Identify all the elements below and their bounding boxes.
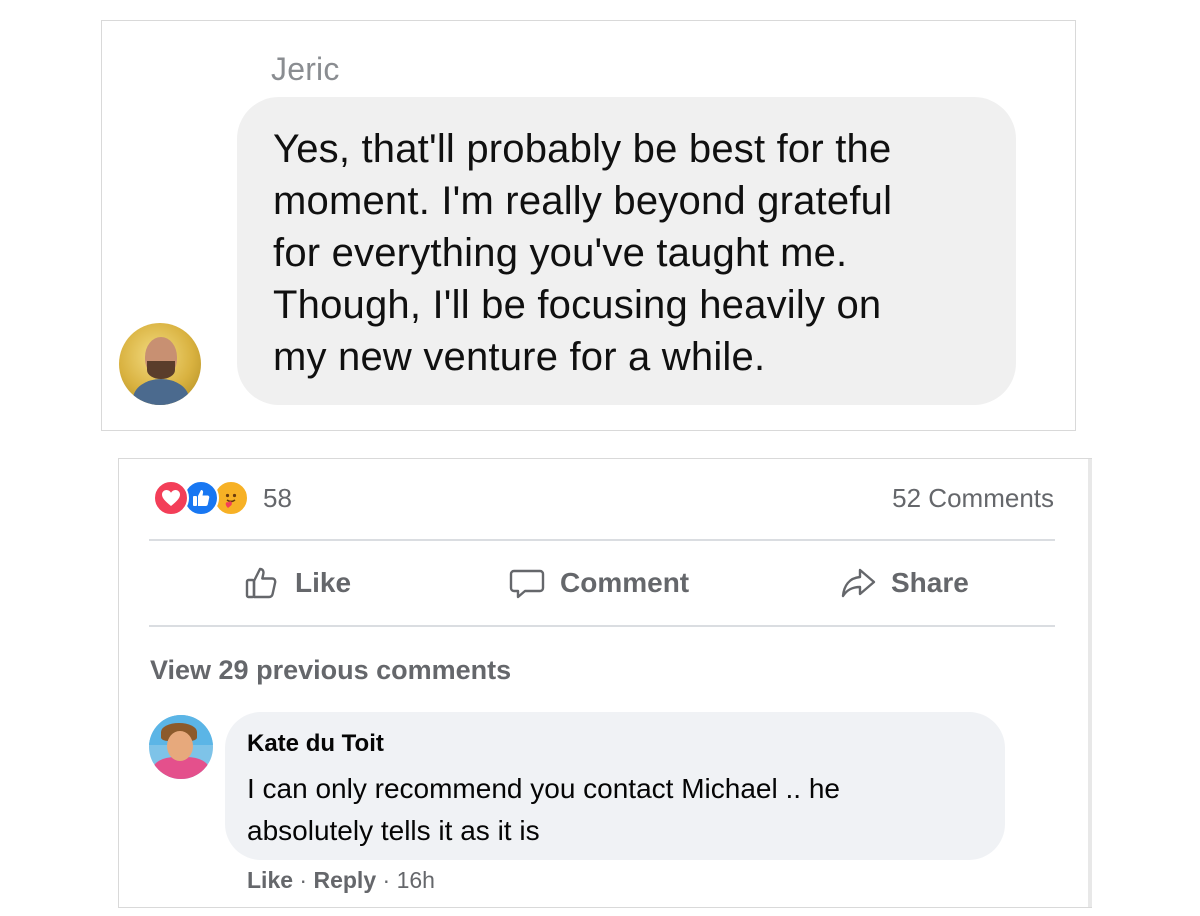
share-button[interactable]: Share [839, 543, 969, 623]
comment-reply-link[interactable]: Reply [313, 867, 376, 893]
comment-author-link[interactable]: Kate du Toit [247, 730, 981, 758]
comment-bubble-icon [509, 569, 545, 599]
reactions-summary[interactable]: 58 [153, 479, 292, 517]
comment-button-label: Comment [560, 567, 690, 598]
view-previous-comments-link[interactable]: View 29 previous comments [150, 655, 511, 686]
message-bubble[interactable]: Yes, that'll probably be best for the mo… [237, 97, 1016, 405]
thumbs-up-icon [245, 567, 277, 599]
comment-line: I can only recommend you contact Michael… [247, 773, 840, 804]
reaction-count: 58 [263, 482, 292, 513]
comment-meta: Like · Reply · 16h [247, 867, 435, 894]
message-panel: Jeric Yes, that'll probably be best for … [101, 20, 1076, 431]
comments-count-link[interactable]: 52 Comments [892, 483, 1054, 514]
sender-avatar[interactable] [119, 323, 201, 405]
meta-separator: · [293, 867, 314, 893]
love-reaction-icon [153, 480, 189, 516]
message-line: moment. I'm really beyond grateful [273, 179, 893, 223]
divider [149, 539, 1055, 541]
divider [149, 625, 1055, 627]
message-text: Yes, that'll probably be best for the mo… [273, 123, 980, 383]
comment-like-link[interactable]: Like [247, 867, 293, 893]
message-line: my new venture for a while. [273, 335, 766, 379]
comment-button[interactable]: Comment [508, 543, 689, 623]
comment-line: absolutely tells it as it is [247, 815, 540, 846]
post-actions-bar: Like Comment Share [149, 543, 1055, 623]
meta-separator: · [376, 867, 397, 893]
comment-timestamp[interactable]: 16h [397, 867, 435, 893]
message-line: for everything you've taught me. [273, 231, 848, 275]
message-line: Yes, that'll probably be best for the [273, 127, 892, 171]
share-button-label: Share [891, 567, 969, 598]
like-button[interactable]: Like [243, 543, 351, 623]
post-panel: 58 52 Comments Like Comment Share View 2… [118, 458, 1092, 908]
comment-text: I can only recommend you contact Michael… [247, 768, 981, 852]
sender-name: Jeric [271, 51, 340, 87]
commenter-avatar[interactable] [149, 715, 213, 779]
comment-bubble: Kate du Toit I can only recommend you co… [225, 712, 1005, 860]
message-line: Though, I'll be focusing heavily on [273, 283, 882, 327]
share-arrow-icon [841, 568, 876, 598]
like-button-label: Like [295, 567, 352, 598]
